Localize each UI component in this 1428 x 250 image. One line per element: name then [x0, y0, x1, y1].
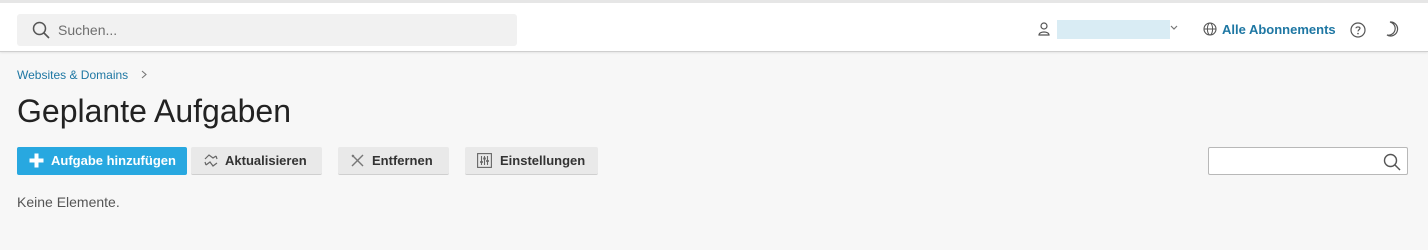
moon-icon[interactable] — [1385, 21, 1399, 37]
search-icon — [32, 21, 50, 39]
empty-list-message: Keine Elemente. — [17, 194, 120, 210]
search-placeholder: Suchen... — [58, 22, 118, 38]
globe-icon — [1203, 22, 1217, 36]
chevron-right-icon — [141, 70, 147, 79]
refresh-button[interactable]: Aktualisieren — [191, 147, 322, 175]
remove-label: Entfernen — [372, 153, 433, 168]
remove-button[interactable]: Entfernen — [338, 147, 449, 175]
page-title: Geplante Aufgaben — [17, 93, 292, 129]
search-icon[interactable] — [1383, 153, 1401, 171]
sliders-icon — [477, 153, 492, 168]
add-task-label: Aufgabe hinzufügen — [51, 153, 176, 168]
close-icon — [351, 154, 364, 167]
user-icon — [1038, 22, 1050, 36]
plus-icon — [29, 153, 44, 168]
user-menu[interactable] — [1057, 20, 1170, 39]
settings-button[interactable]: Einstellungen — [465, 147, 598, 175]
refresh-icon — [204, 154, 218, 167]
top-header: Suchen... Alle Abonnements — [0, 0, 1428, 52]
add-task-button[interactable]: Aufgabe hinzufügen — [17, 147, 187, 175]
refresh-label: Aktualisieren — [225, 153, 307, 168]
list-search-input[interactable] — [1208, 147, 1408, 175]
breadcrumb-websites-domains[interactable]: Websites & Domains — [17, 68, 128, 82]
global-search-input[interactable]: Suchen... — [17, 14, 517, 46]
settings-label: Einstellungen — [500, 153, 586, 168]
chevron-down-icon[interactable] — [1170, 24, 1178, 32]
help-icon[interactable] — [1350, 22, 1366, 38]
all-subscriptions-link[interactable]: Alle Abonnements — [1222, 22, 1336, 37]
